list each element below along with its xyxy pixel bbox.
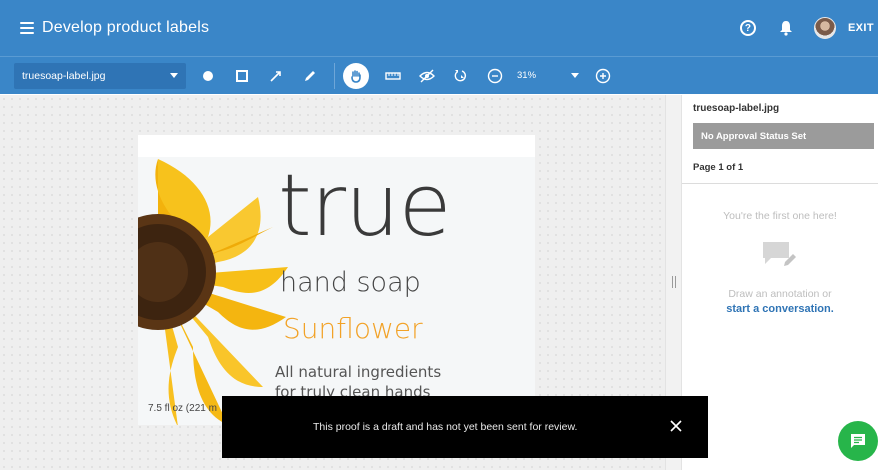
zoom-level[interactable]: 31% — [517, 70, 547, 81]
toast-message: This proof is a draft and has not yet be… — [313, 421, 578, 433]
approval-status-badge[interactable]: No Approval Status Set — [693, 123, 874, 149]
proof-image[interactable]: true hand soap Sunflower All natural ing… — [138, 135, 535, 425]
exit-button[interactable]: EXIT — [848, 22, 874, 34]
zoom-dropdown-icon[interactable] — [571, 73, 579, 78]
hide-annotations-icon[interactable] — [417, 66, 437, 86]
bell-icon[interactable] — [778, 19, 794, 37]
label-subtitle: hand soap — [280, 267, 421, 298]
empty-state-title: You're the first one here! — [723, 210, 837, 222]
proof-toolbar: truesoap-label.jpg 31% — [0, 56, 878, 94]
page-title: Develop product labels — [42, 19, 210, 36]
hand-tool-icon[interactable] — [343, 62, 369, 89]
comments-panel: truesoap-label.jpg No Approval Status Se… — [682, 95, 878, 470]
avatar[interactable] — [813, 17, 836, 39]
file-select[interactable]: truesoap-label.jpg — [14, 62, 186, 89]
chevron-down-icon — [170, 73, 178, 78]
zoom-in-icon[interactable] — [593, 66, 613, 86]
label-volume: 7.5 fl oz (221 m — [148, 403, 217, 414]
chat-icon — [851, 434, 865, 448]
app-header: Develop product labels ? EXIT — [0, 0, 878, 56]
rotate-icon[interactable] — [451, 66, 471, 86]
zoom-out-icon[interactable] — [485, 66, 505, 86]
pencil-tool-icon[interactable] — [300, 66, 320, 86]
file-select-label: truesoap-label.jpg — [22, 69, 106, 82]
help-icon[interactable]: ? — [739, 20, 756, 36]
page-info: Page 1 of 1 — [693, 162, 744, 173]
header-actions: ? EXIT — [739, 0, 878, 56]
start-conversation-link[interactable]: start a conversation. — [682, 303, 878, 315]
panel-divider — [682, 183, 878, 184]
ruler-icon[interactable] — [383, 66, 403, 86]
close-icon[interactable] — [670, 420, 682, 432]
circle-tool-icon[interactable] — [198, 66, 218, 86]
label-scent: Sunflower — [283, 312, 423, 345]
panel-file-name: truesoap-label.jpg — [693, 103, 780, 114]
rectangle-tool-icon[interactable] — [232, 66, 252, 86]
comment-bubble-icon — [763, 242, 797, 268]
menu-icon[interactable] — [20, 22, 34, 34]
sunflower-image — [138, 159, 288, 425]
label-brand: true — [278, 156, 452, 256]
chat-button[interactable] — [838, 421, 878, 461]
label-tagline-1: All natural ingredients — [275, 363, 442, 381]
empty-state-text: Draw an annotation or — [728, 288, 832, 300]
drag-handle-icon[interactable] — [672, 276, 676, 288]
draft-toast: This proof is a draft and has not yet be… — [222, 396, 708, 458]
arrow-tool-icon[interactable] — [266, 66, 286, 86]
toolbar-divider — [334, 62, 335, 89]
